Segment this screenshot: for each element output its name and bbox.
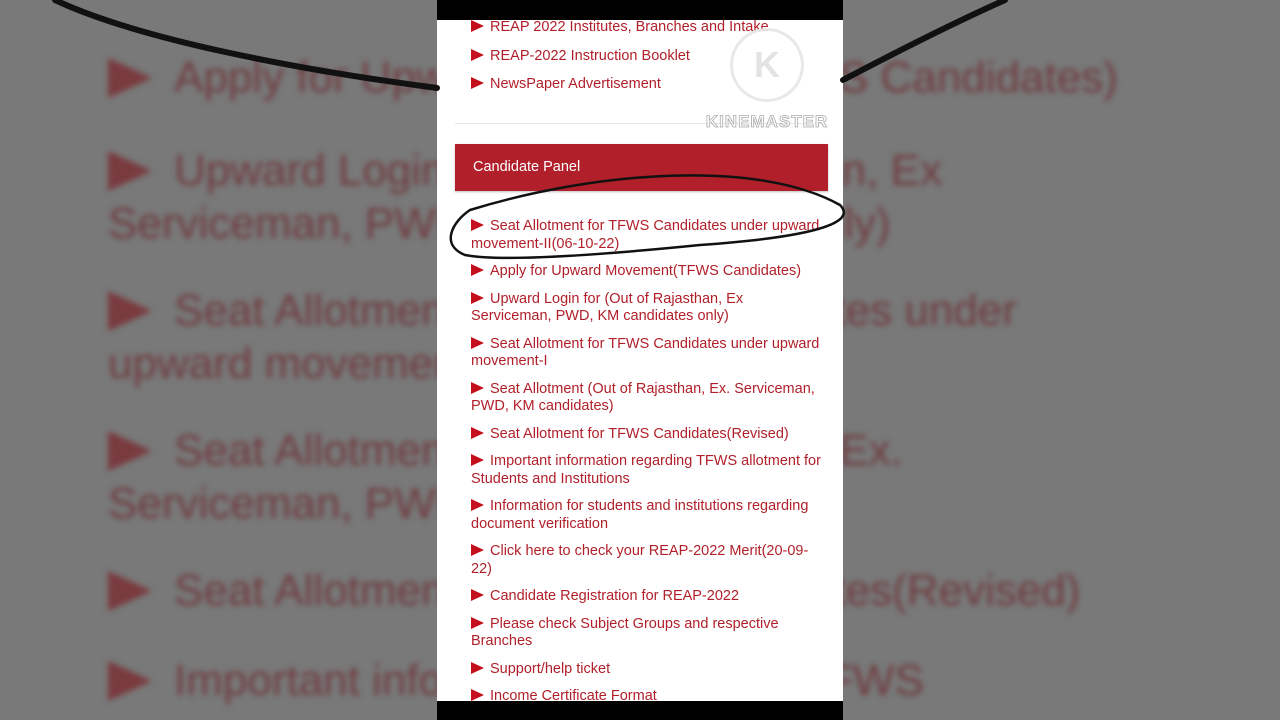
link-document-verification[interactable]: Information for students and institution… [471,498,821,533]
link-apply-upward-movement[interactable]: Apply for Upward Movement(TFWS Candidate… [471,263,821,281]
play-triangle-icon [471,689,484,701]
play-triangle-icon [471,616,484,629]
play-triangle-icon [471,589,484,601]
link-support-ticket[interactable]: Support/help ticket [471,661,821,679]
link-income-certificate[interactable]: Income Certificate Format [471,688,821,701]
link-tfws-important-info[interactable]: Important information regarding TFWS all… [471,453,821,488]
candidate-panel-header: Candidate Panel [455,144,828,191]
play-triangle-icon [471,454,484,466]
play-triangle-icon [471,336,484,349]
kinemaster-wordmark: KINEMASTER [705,112,829,132]
play-triangle-icon [471,381,484,394]
kinemaster-watermark: K KINEMASTER [692,28,842,132]
play-triangle-icon [471,544,484,556]
play-triangle-icon [471,661,484,674]
play-triangle-icon [471,499,484,511]
candidate-panel-list: Seat Allotment for TFWS Candidates under… [471,218,821,701]
link-seat-allotment-revised[interactable]: Seat Allotment for TFWS Candidates(Revis… [471,426,821,444]
kinemaster-logo-icon: K [730,28,804,102]
play-triangle-icon [471,426,484,439]
link-candidate-registration[interactable]: Candidate Registration for REAP-2022 [471,588,821,606]
play-triangle-icon [471,291,484,304]
play-triangle-icon [471,20,484,32]
browser-viewport[interactable]: REAP 2022 Institutes, Branches and Intak… [437,20,843,701]
phone-frame: REAP 2022 Institutes, Branches and Intak… [437,0,843,720]
play-triangle-icon [471,219,484,231]
play-triangle-icon [471,48,484,61]
link-subject-groups[interactable]: Please check Subject Groups and respecti… [471,616,821,651]
link-upward-login[interactable]: Upward Login for (Out of Rajasthan, Ex S… [471,291,821,326]
play-triangle-icon [471,77,484,89]
link-check-merit[interactable]: Click here to check your REAP-2022 Merit… [471,543,821,578]
link-seat-allotment-out-of-rajasthan[interactable]: Seat Allotment (Out of Rajasthan, Ex. Se… [471,381,821,416]
play-triangle-icon [471,264,484,276]
link-seat-allotment-upward-i[interactable]: Seat Allotment for TFWS Candidates under… [471,336,821,371]
link-seat-allotment-upward-ii[interactable]: Seat Allotment for TFWS Candidates under… [471,218,821,253]
